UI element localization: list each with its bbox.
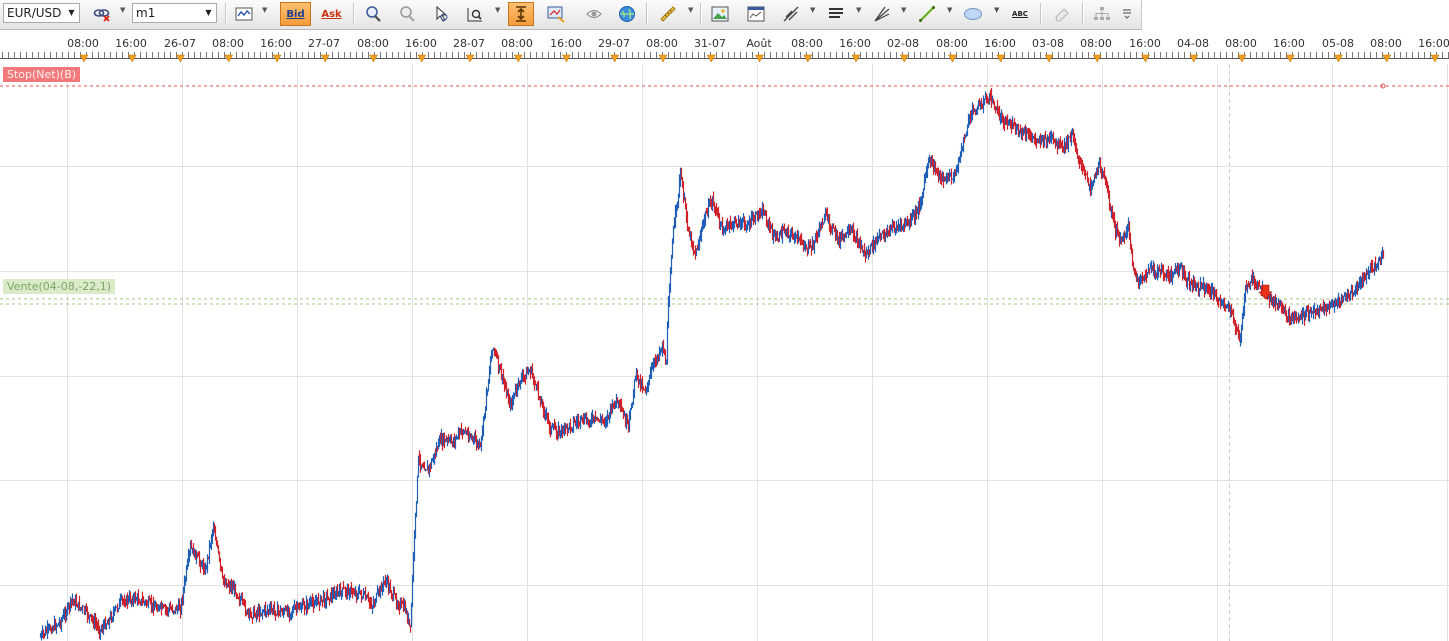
- sell-position-label[interactable]: Vente(04-08,-22,1): [3, 279, 115, 294]
- stop-order-label[interactable]: Stop(Net)(B): [3, 67, 81, 82]
- price-chart[interactable]: [0, 0, 1449, 641]
- candlestick-series: [39, 87, 1385, 641]
